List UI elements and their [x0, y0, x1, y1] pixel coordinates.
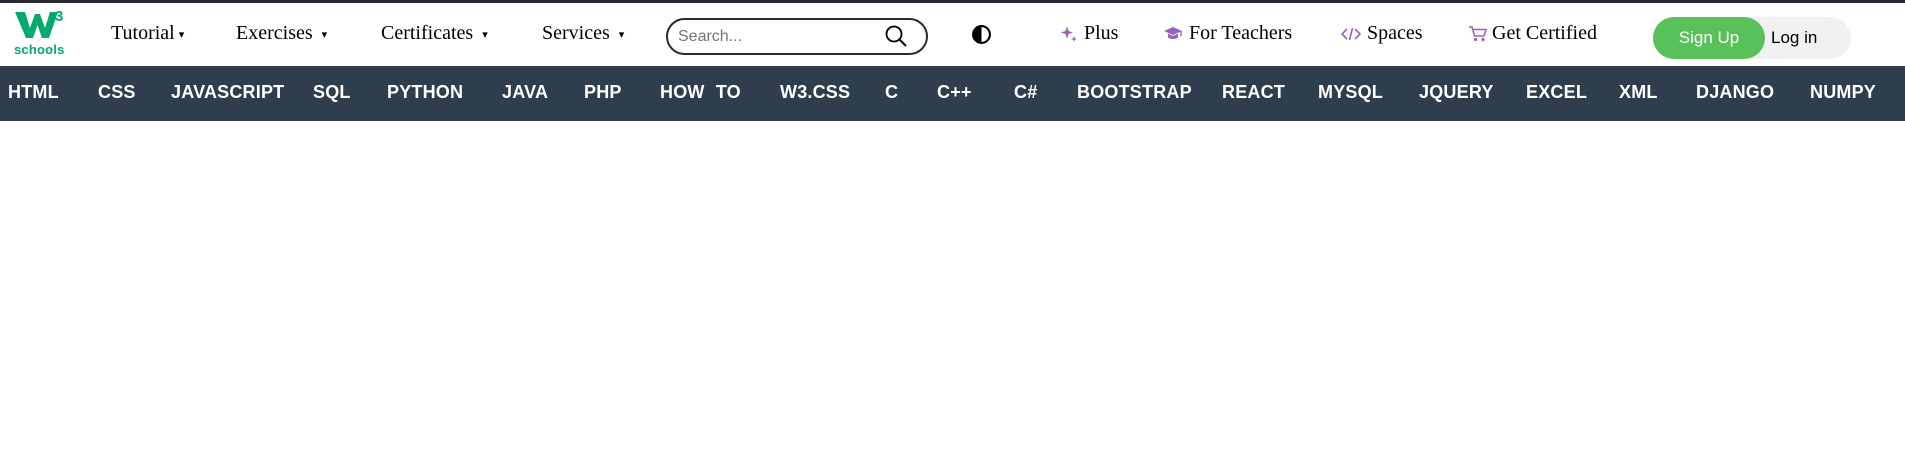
caret-down-icon: ▾	[321, 29, 328, 41]
signup-button[interactable]: Sign Up	[1653, 17, 1765, 59]
get-certified-link[interactable]: Get Certified	[1468, 22, 1597, 45]
caret-down-icon: ▾	[482, 29, 488, 41]
cart-icon	[1468, 25, 1488, 43]
search-icon[interactable]	[884, 24, 908, 48]
spaces-label: Spaces	[1367, 22, 1423, 44]
nav-item-w3css[interactable]: W3.CSS	[780, 82, 850, 103]
exercises-menu[interactable]: Exercises ▾	[236, 22, 327, 45]
get-certified-label: Get Certified	[1492, 22, 1597, 44]
plus-link[interactable]: Plus	[1060, 22, 1118, 45]
nav-item-how-to[interactable]: HOW TO	[660, 82, 741, 103]
nav-item-bootstrap[interactable]: BOOTSTRAP	[1077, 82, 1192, 103]
nav-item-python[interactable]: PYTHON	[387, 82, 463, 103]
nav-item-xml[interactable]: XML	[1619, 82, 1658, 103]
nav-item-excel[interactable]: EXCEL	[1526, 82, 1587, 103]
nav-item-mysql[interactable]: MYSQL	[1318, 82, 1383, 103]
top-header: 3 schools Tutorial ▾ Exercises ▾ Certifi…	[0, 0, 1905, 66]
nav-item-html[interactable]: HTML	[8, 82, 59, 103]
nav-item-django[interactable]: DJANGO	[1696, 82, 1774, 103]
for-teachers-label: For Teachers	[1189, 22, 1293, 44]
tutorial-menu-label: Tutorial	[111, 22, 175, 44]
login-label: Log in	[1771, 28, 1818, 47]
search-input[interactable]	[678, 25, 878, 49]
sparkle-icon	[1060, 25, 1078, 43]
code-icon	[1341, 26, 1361, 42]
nav-item-php[interactable]: PHP	[584, 82, 622, 103]
nav-item-sql[interactable]: SQL	[313, 82, 351, 103]
spaces-link[interactable]: Spaces	[1341, 22, 1423, 45]
plus-label: Plus	[1084, 22, 1119, 44]
w3-logo-icon	[15, 12, 58, 38]
for-teachers-link[interactable]: For Teachers	[1163, 22, 1292, 45]
graduation-cap-icon	[1163, 25, 1183, 43]
logo-superscript: 3	[55, 8, 64, 25]
services-menu[interactable]: Services ▾	[542, 22, 624, 45]
caret-down-icon: ▾	[178, 29, 185, 41]
nav-item-c[interactable]: C	[885, 82, 898, 103]
certificates-menu-label: Certificates	[381, 22, 474, 44]
caret-down-icon: ▾	[618, 29, 625, 41]
contrast-icon[interactable]	[971, 24, 992, 45]
nav-item-javascript[interactable]: JAVASCRIPT	[171, 82, 284, 103]
nav-item-css[interactable]: CSS	[98, 82, 136, 103]
exercises-menu-label: Exercises	[236, 22, 313, 44]
nav-item-csharp[interactable]: C#	[1014, 82, 1037, 103]
services-menu-label: Services	[542, 22, 610, 44]
tutorial-nav-bar: HTML CSS JAVASCRIPT SQL PYTHON JAVA PHP …	[0, 66, 1905, 121]
logo-wordmark: schools	[14, 42, 65, 57]
search-box	[666, 18, 928, 55]
certificates-menu[interactable]: Certificates ▾	[381, 22, 488, 45]
nav-item-cpp[interactable]: C++	[937, 82, 972, 103]
nav-item-react[interactable]: REACT	[1222, 82, 1285, 103]
nav-item-numpy[interactable]: NUMPY	[1810, 82, 1876, 103]
w3schools-logo[interactable]: 3 schools	[12, 8, 68, 60]
tutorial-menu[interactable]: Tutorial ▾	[111, 22, 184, 45]
nav-item-java[interactable]: JAVA	[502, 82, 548, 103]
nav-item-jquery[interactable]: JQUERY	[1419, 82, 1494, 103]
